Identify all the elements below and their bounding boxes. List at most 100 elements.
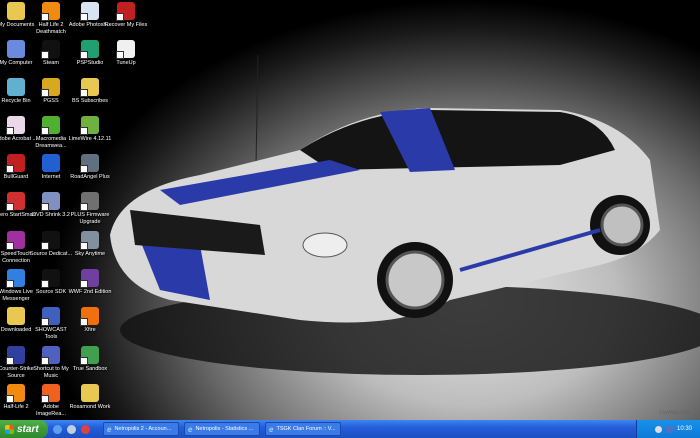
taskbar-button[interactable]: e TSGK Clan Forum :: V... (265, 422, 341, 436)
desktop-icon-label: LimeWire 4.12.11 (68, 136, 112, 142)
desktop-icon-label: RoadAngel Plus (70, 174, 110, 180)
tuneup-icon (116, 40, 135, 59)
photoshop-icon (80, 2, 99, 21)
desktop-icon[interactable]: Adobe ImageRea... (33, 384, 69, 417)
desktop-icon-label: Adobe ImageRea... (36, 404, 66, 417)
desktop-icon[interactable]: RoadAngel Plus (70, 154, 110, 181)
half-life-icon (6, 384, 25, 403)
tray-expand-icon[interactable] (654, 425, 662, 433)
wallpaper-watermark: CarWalls.com (659, 410, 690, 416)
windows-logo-icon (5, 424, 14, 434)
imageready-icon (41, 384, 60, 403)
desktop-icon[interactable]: Source Dedicat... (30, 231, 72, 258)
clock[interactable]: 10:30 (677, 426, 692, 432)
psp-icon (80, 40, 99, 59)
internet-explorer-icon: e (269, 424, 274, 434)
desktop-icon[interactable]: Shortcut to My Music (33, 346, 69, 379)
system-tray: 10:30 (636, 420, 700, 438)
network-icon[interactable] (665, 425, 673, 433)
desktop-icon-label: Xfire (84, 327, 96, 333)
bullguard-icon (6, 154, 25, 173)
acrobat-icon (6, 116, 25, 135)
desktop-icon[interactable]: Macromedia Dreamwea... (33, 116, 69, 149)
desktop-icon-label: PLUS Firmware Upgrade (70, 212, 110, 225)
desktop-icon-label: BS Subscribes (71, 98, 109, 104)
desktop-icon-label: Source SDK (35, 289, 67, 295)
desktop-icon[interactable]: DVD Shrink 3.2 (32, 192, 70, 219)
taskbar-button-label: Netropolis - Statistics ... (195, 426, 254, 432)
quick-launch (48, 424, 90, 434)
taskbar-button[interactable]: e Netropolis 2 - Accoun... (103, 422, 179, 436)
desktop-icon[interactable]: PSPStudio (72, 40, 108, 67)
taskbar: start e Netropolis 2 - Accoun... e Netropol… (0, 420, 700, 438)
start-button[interactable]: start (0, 420, 48, 438)
tools-icon (41, 307, 60, 326)
speedtouch-icon (6, 231, 25, 250)
desktop-icon[interactable]: True Sandbox (72, 346, 108, 373)
folder-icon (80, 78, 99, 97)
desktop-icon[interactable]: Half Life 2 Deathmatch (33, 2, 69, 35)
desktop-icon[interactable]: Windows Live Messenger (0, 269, 34, 302)
internet-explorer-icon: e (188, 424, 193, 434)
counter-strike-icon (6, 346, 25, 365)
folder-icon (81, 384, 99, 402)
start-label: start (17, 423, 39, 435)
desktop-icon-label: TuneUp (116, 60, 136, 66)
desktop-icon-label: Source Dedicat... (29, 251, 73, 257)
lock-icon (41, 78, 60, 97)
desktop-icon-label: Macromedia Dreamwea... (35, 136, 67, 149)
desktop-icon[interactable]: Sky Anytime (72, 231, 108, 258)
desktop-icon[interactable]: BS Subscribes (72, 78, 108, 105)
folder-documents-icon (7, 2, 25, 20)
steam-icon (41, 40, 60, 59)
recycle-bin-icon (7, 78, 25, 96)
desktop-icon[interactable]: PLUS Firmware Upgrade (71, 192, 109, 225)
desktop-icon[interactable]: Rosamond Work (70, 384, 110, 411)
desktop-icon[interactable]: Xfire (72, 307, 108, 334)
desktop-icon-label: DVD Shrink 3.2 (32, 212, 70, 218)
steam-icon (41, 269, 60, 288)
desktop-icon[interactable]: Internet (33, 154, 69, 181)
desktop-icon-label: SHOWCAST Tools (35, 327, 67, 340)
sky-icon (80, 231, 99, 250)
steam-icon (41, 231, 60, 250)
desktop-icon[interactable]: Adobe Photosh... (69, 2, 111, 29)
recover-files-icon (116, 2, 135, 21)
desktop-icon[interactable]: WWF 2nd Edition (69, 269, 111, 296)
music-icon (41, 346, 60, 365)
desktop-icon[interactable]: Source SDK (33, 269, 69, 296)
taskbar-button[interactable]: e Netropolis - Statistics ... (184, 422, 260, 436)
show-desktop-icon[interactable] (67, 424, 76, 434)
desktop-icon-label: Recover My Files (104, 22, 148, 28)
taskbar-button-label: Netropolis 2 - Accoun... (114, 426, 172, 432)
cube-icon (80, 346, 99, 365)
desktop-icon[interactable]: TuneUp (108, 40, 144, 67)
desktop-icon-label: PGSS (43, 98, 59, 104)
xfire-icon (80, 307, 99, 326)
dreamweaver-icon (41, 116, 60, 135)
task-buttons: e Netropolis 2 - Accoun... e Netropolis - S… (98, 422, 341, 436)
desktop-icon[interactable]: LimeWire 4.12.11 (69, 116, 111, 143)
desktop-icon[interactable]: Steam (33, 40, 69, 67)
desktop-icon[interactable]: SpeedTouch Connection (0, 231, 34, 264)
desktop-icon-label: Half Life 2 Deathmatch (36, 22, 66, 35)
desktop-icon-label: Sky Anytime (74, 251, 106, 257)
limewire-icon (80, 116, 99, 135)
folder-icon (7, 307, 25, 325)
dvd-shrink-icon (41, 192, 60, 211)
media-player-icon[interactable] (81, 424, 90, 434)
desktop[interactable]: My Documents Half Life 2 Deathmatch Adobe … (0, 0, 700, 420)
desktop-icon-label: Rosamond Work (69, 404, 111, 410)
nero-icon (6, 192, 25, 211)
computer-icon (7, 40, 25, 58)
game-icon (80, 269, 99, 288)
desktop-icon-label: Internet (41, 174, 61, 180)
desktop-icon-label: Shortcut to My Music (33, 366, 69, 379)
roadangel-icon (80, 154, 99, 173)
desktop-icon[interactable]: PGSS (33, 78, 69, 105)
desktop-icon-label: True Sandbox (72, 366, 108, 372)
desktop-icon[interactable]: SHOWCAST Tools (33, 307, 69, 340)
desktop-icon[interactable]: Recover My Files (105, 2, 147, 29)
messenger-icon (6, 269, 25, 288)
internet-explorer-icon[interactable] (53, 424, 62, 434)
